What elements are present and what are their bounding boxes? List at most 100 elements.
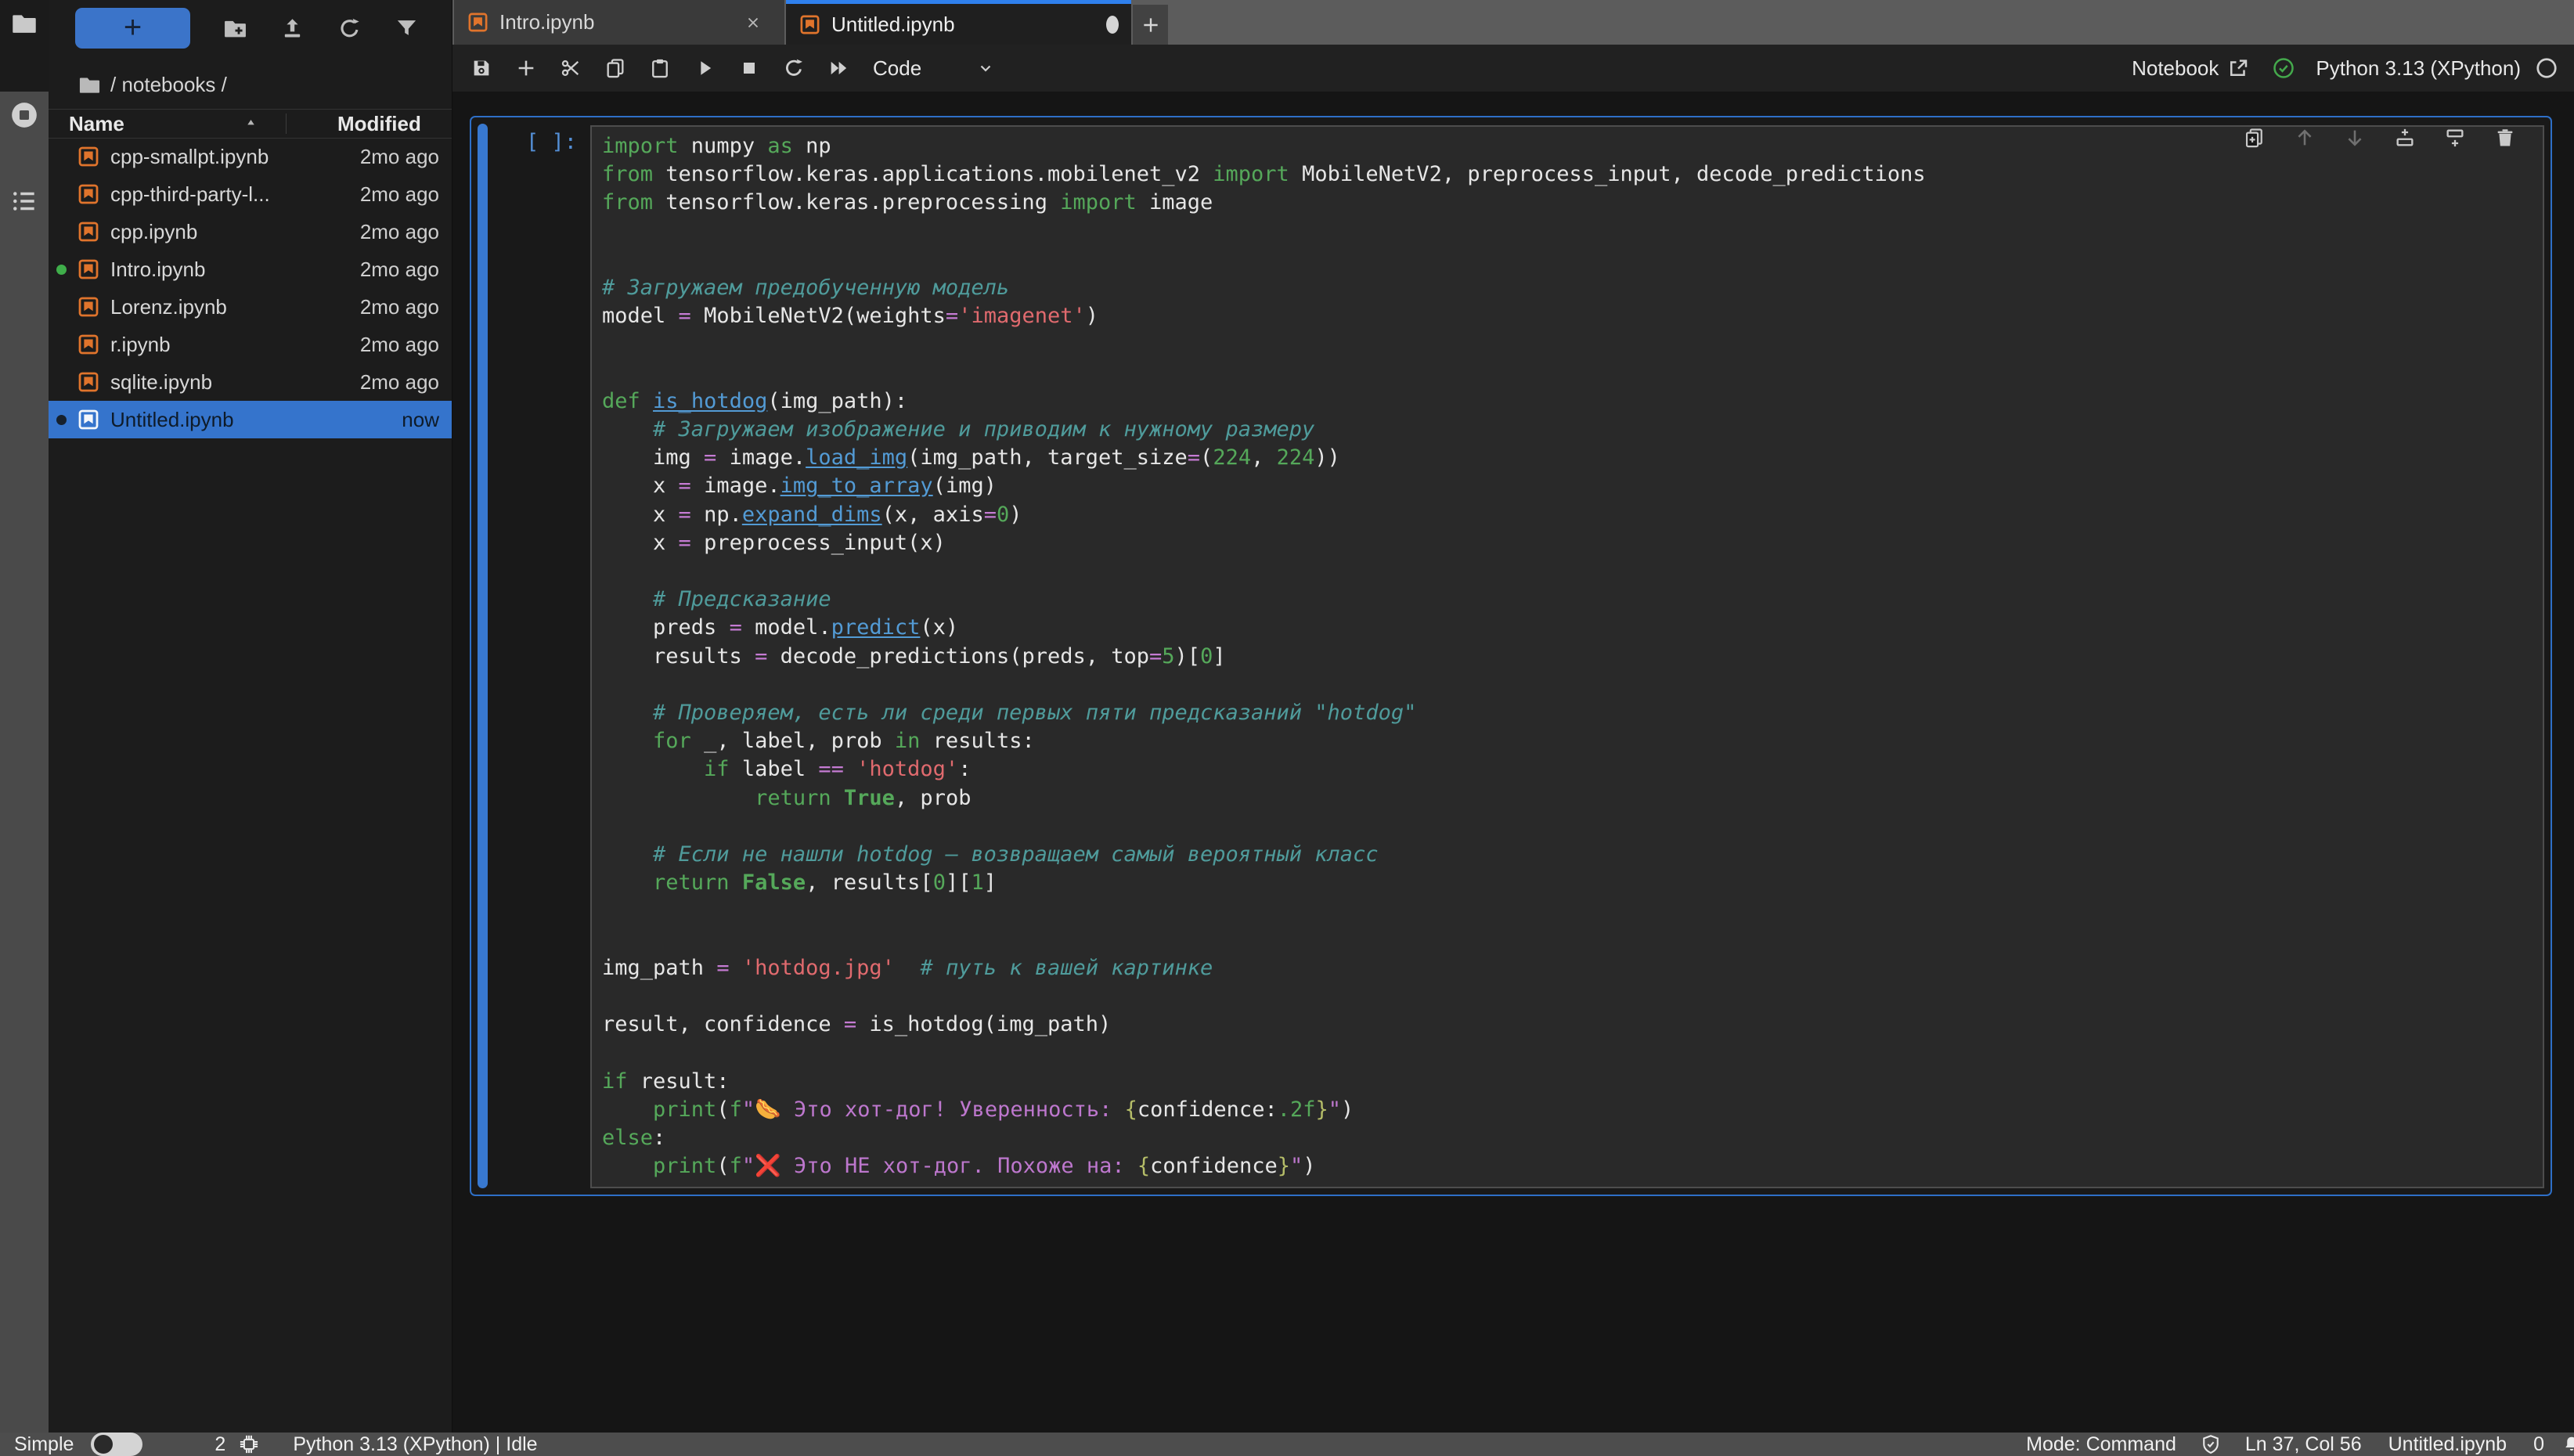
insert-cell-button[interactable] — [515, 57, 537, 79]
cell-type-select[interactable]: Code — [873, 56, 921, 81]
file-browser-icon[interactable] — [11, 10, 38, 37]
code-line — [602, 359, 2543, 387]
bell-icon[interactable] — [2561, 1434, 2574, 1454]
notification-count[interactable]: 0 — [2533, 1433, 2544, 1456]
plus-icon: + — [124, 12, 142, 43]
file-name: sqlite.ipynb — [110, 370, 212, 395]
code-line — [602, 671, 2543, 699]
running-kernels-icon[interactable] — [9, 100, 39, 130]
external-link-icon[interactable] — [2226, 56, 2250, 80]
filter-button[interactable] — [395, 16, 419, 41]
kernel-running-dot — [56, 415, 67, 425]
notebook-scroll-area[interactable]: [ ]: import numpy as npfrom tensorflow.k… — [452, 92, 2574, 1433]
kernel-chip-icon[interactable] — [238, 1433, 260, 1455]
code-line: from tensorflow.keras.applications.mobil… — [602, 160, 2543, 189]
code-line: x = np.expand_dims(x, axis=0) — [602, 501, 2543, 529]
chevron-down-icon[interactable] — [976, 59, 995, 77]
status-bar-left: Simple 2 Python 3.13 (XPython) | Idle — [0, 1433, 538, 1456]
file-row[interactable]: cpp-smallpt.ipynb2mo ago — [49, 138, 452, 175]
run-button[interactable] — [694, 57, 716, 79]
code-line — [602, 982, 2543, 1011]
cursor-position[interactable]: Ln 37, Col 56 — [2245, 1433, 2362, 1456]
table-of-contents-icon[interactable] — [9, 186, 39, 216]
file-row[interactable]: Lorenz.ipynb2mo ago — [49, 288, 452, 326]
code-line — [602, 330, 2543, 359]
copy-cell-button[interactable] — [604, 57, 626, 79]
refresh-button[interactable] — [337, 16, 362, 41]
code-line: return True, prob — [602, 784, 2543, 813]
code-line — [602, 246, 2543, 274]
status-bar: Simple 2 Python 3.13 (XPython) | Idle Mo… — [0, 1433, 2574, 1456]
move-cell-down-button[interactable] — [2344, 127, 2366, 149]
upload-button[interactable] — [280, 16, 305, 41]
file-row[interactable]: r.ipynb2mo ago — [49, 326, 452, 363]
kernel-running-dot — [56, 265, 67, 275]
tab-intro-ipynb[interactable]: Intro.ipynb — [454, 0, 784, 45]
code-editor[interactable]: import numpy as npfrom tensorflow.keras.… — [590, 125, 2544, 1188]
trust-shield-icon[interactable] — [2200, 1433, 2222, 1455]
activity-bar-top — [0, 0, 49, 92]
status-file-name[interactable]: Untitled.ipynb — [2388, 1433, 2507, 1456]
activity-bar-icons — [0, 100, 49, 216]
column-name[interactable]: Name — [69, 112, 124, 136]
interrupt-button[interactable] — [738, 57, 760, 79]
toolbar-right-group: Notebook Python 3.13 (XPython) — [2132, 56, 2574, 81]
tab-untitled-ipynb[interactable]: Untitled.ipynb — [786, 0, 1131, 45]
restart-kernel-button[interactable] — [783, 57, 805, 79]
file-modified: 2mo ago — [360, 182, 439, 207]
tab-close-icon[interactable] — [744, 14, 762, 31]
new-tab-button[interactable] — [1133, 5, 1168, 45]
notebook-file-icon — [77, 220, 100, 243]
code-line: def is_hotdog(img_path): — [602, 387, 2543, 416]
kernel-status-icon[interactable] — [2535, 56, 2558, 80]
notebook-file-icon — [467, 11, 489, 34]
paste-cell-button[interactable] — [649, 57, 671, 79]
new-folder-button[interactable] — [223, 16, 247, 41]
file-name: Intro.ipynb — [110, 258, 205, 282]
save-button[interactable] — [470, 57, 492, 79]
unsaved-changes-dot[interactable] — [1106, 16, 1119, 34]
kernel-count[interactable]: 2 — [214, 1433, 225, 1456]
sort-ascending-icon[interactable] — [244, 116, 258, 129]
code-cell[interactable]: [ ]: import numpy as npfrom tensorflow.k… — [470, 116, 2552, 1196]
simple-mode-toggle[interactable] — [91, 1433, 142, 1456]
new-launcher-button[interactable]: + — [75, 8, 190, 49]
toggle-knob — [94, 1435, 113, 1454]
cut-cell-button[interactable] — [560, 57, 582, 79]
code-line: # Если не нашли hotdog — возвращаем самы… — [602, 841, 2543, 869]
insert-cell-above-button[interactable] — [2394, 127, 2416, 149]
file-modified: 2mo ago — [360, 370, 439, 395]
code-line: else: — [602, 1124, 2543, 1152]
code-line — [602, 1040, 2543, 1068]
kernel-status-text[interactable]: Python 3.13 (XPython) | Idle — [293, 1433, 537, 1456]
code-line: result, confidence = is_hotdog(img_path) — [602, 1011, 2543, 1039]
mode-indicator[interactable]: Mode: Command — [2026, 1433, 2176, 1456]
file-row[interactable]: sqlite.ipynb 2mo ago — [49, 363, 452, 401]
file-row[interactable]: Intro.ipynb2mo ago — [49, 250, 452, 288]
activity-bar — [0, 0, 49, 1433]
cell-prompt: [ ]: — [526, 130, 577, 154]
file-row[interactable]: cpp.ipynb2mo ago — [49, 213, 452, 250]
column-modified[interactable]: Modified — [337, 112, 421, 136]
code-line: if result: — [602, 1068, 2543, 1096]
simple-mode-label: Simple — [14, 1433, 74, 1456]
insert-cell-below-button[interactable] — [2444, 127, 2466, 149]
file-row[interactable]: Untitled.ipynbnow — [49, 401, 452, 438]
cell-collapser[interactable] — [478, 124, 488, 1188]
restart-run-all-button[interactable] — [827, 57, 849, 79]
move-cell-up-button[interactable] — [2294, 127, 2316, 149]
duplicate-cell-button[interactable] — [2244, 127, 2266, 149]
tab-bar: Intro.ipynbUntitled.ipynb — [452, 0, 2574, 45]
file-name: cpp-smallpt.ipynb — [110, 145, 269, 169]
code-line: x = preprocess_input(x) — [602, 529, 2543, 557]
code-line — [602, 926, 2543, 954]
kernel-name[interactable]: Python 3.13 (XPython) — [2316, 56, 2521, 81]
file-name: cpp.ipynb — [110, 220, 197, 244]
file-row[interactable]: cpp-third-party-l...2mo ago — [49, 175, 452, 213]
notebook-label: Notebook — [2132, 56, 2219, 81]
delete-cell-button[interactable] — [2494, 127, 2516, 149]
file-list: cpp-smallpt.ipynb2mo agocpp-third-party-… — [49, 138, 452, 438]
notebook-file-icon — [77, 182, 100, 206]
breadcrumb[interactable]: / notebooks / — [49, 70, 227, 99]
main-area: Intro.ipynbUntitled.ipynb Code Notebook … — [452, 0, 2574, 1433]
